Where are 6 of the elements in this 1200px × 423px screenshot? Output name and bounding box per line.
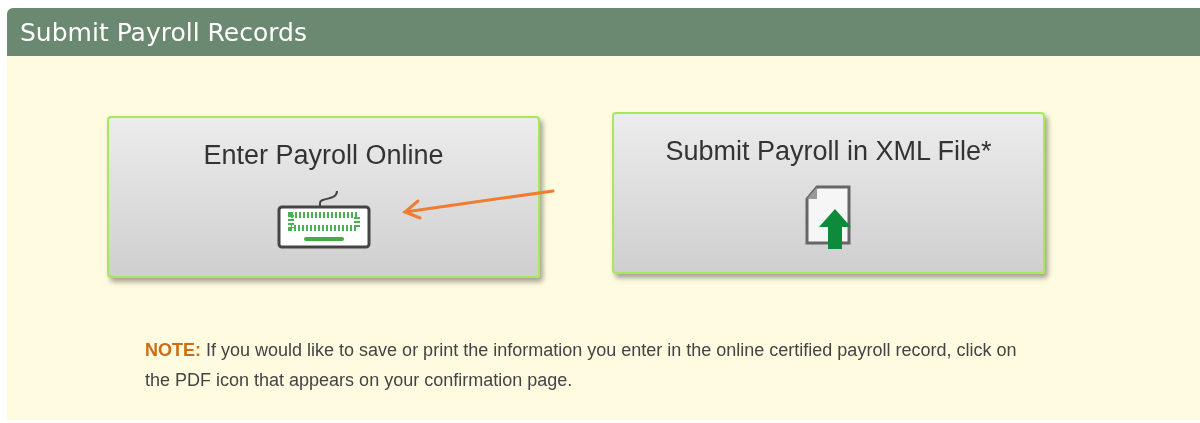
submit-xml-button[interactable]: Submit Payroll in XML File* (612, 112, 1045, 274)
panel-title: Submit Payroll Records (20, 17, 307, 47)
enter-online-button[interactable]: Enter Payroll Online (107, 116, 540, 278)
keyboard-icon (276, 189, 371, 249)
note-text: NOTE: If you would like to save or print the information you enter in the online certified payroll record, click on the PDF icon that appears on your confirmation page. (145, 339, 1018, 392)
file-upload-icon (804, 185, 853, 251)
